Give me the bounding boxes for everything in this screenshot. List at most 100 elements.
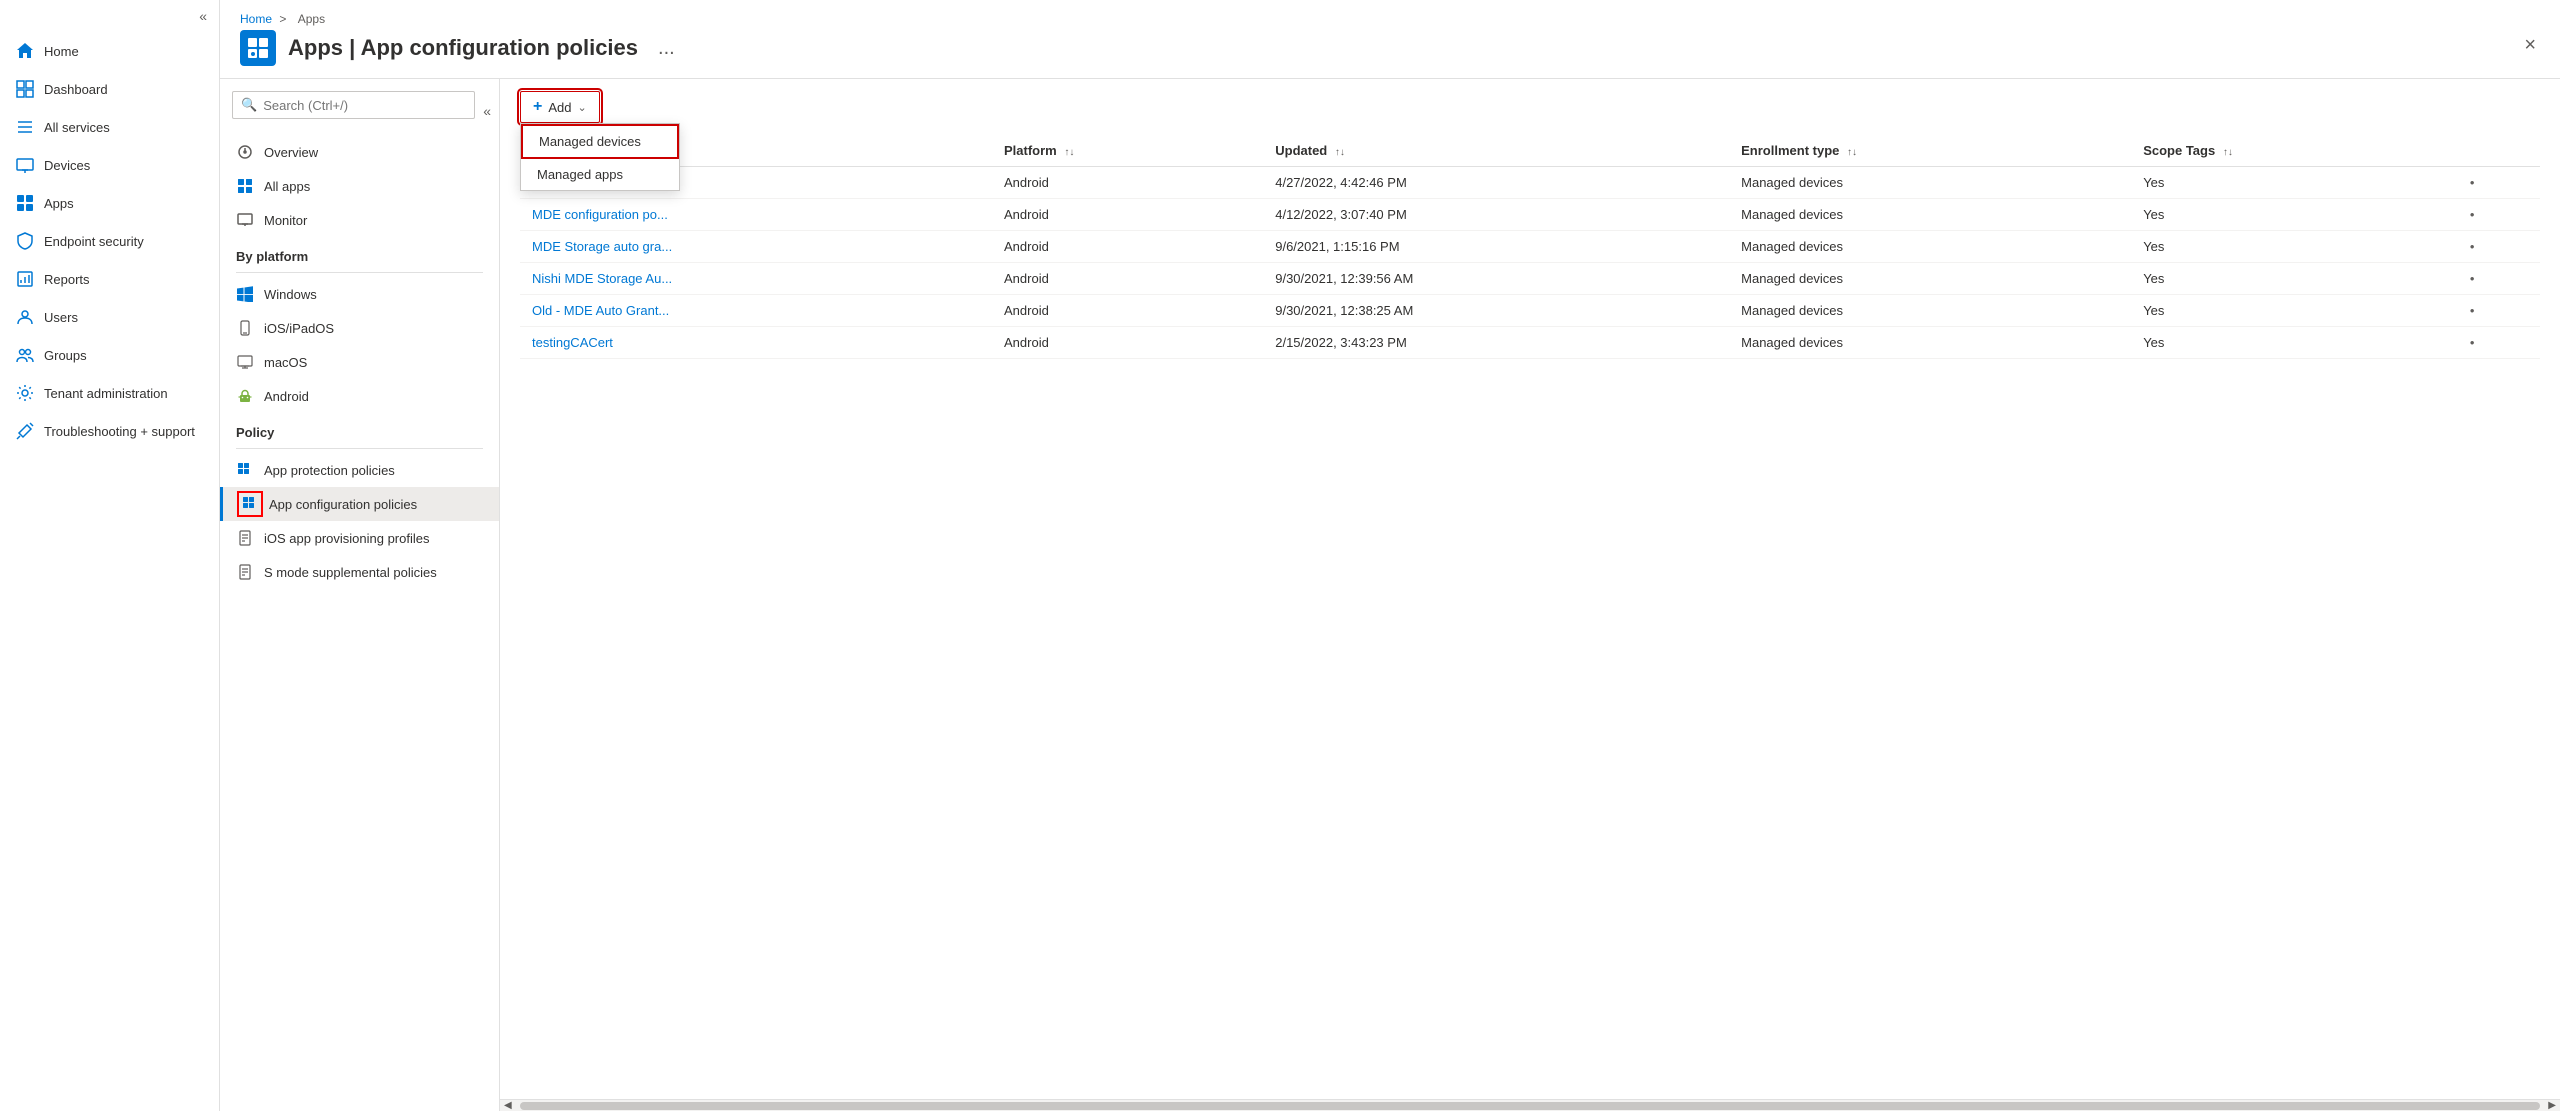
updated-sort-icon: ↑↓ <box>1335 147 1345 158</box>
search-input[interactable] <box>263 98 466 113</box>
add-caret-icon: ⌄ <box>577 101 586 114</box>
page-title-row: Apps | App configuration policies ... <box>240 30 675 78</box>
all-apps-label: All apps <box>264 179 310 194</box>
nav-item-groups[interactable]: Groups <box>0 336 219 374</box>
breadcrumb-current: Apps <box>298 12 325 26</box>
s-mode-label: S mode supplemental policies <box>264 565 437 580</box>
col-header-platform[interactable]: Platform ↑↓ <box>992 135 1263 167</box>
scroll-left-arrow[interactable]: ◀ <box>500 1100 516 1111</box>
cell-more[interactable]: • <box>2458 167 2540 199</box>
dropdown-managed-devices[interactable]: Managed devices <box>521 124 679 159</box>
breadcrumb-home[interactable]: Home <box>240 12 272 26</box>
overview-icon <box>236 143 254 161</box>
cell-name: MDE Storage auto gra... <box>520 231 992 263</box>
table-row: MDE configuration po... Android 4/12/202… <box>520 199 2540 231</box>
ios-provisioning-label: iOS app provisioning profiles <box>264 531 429 546</box>
side-nav-s-mode[interactable]: S mode supplemental policies <box>220 555 499 589</box>
apps-icon <box>16 194 34 212</box>
policy-link[interactable]: Nishi MDE Storage Au... <box>532 271 672 286</box>
add-button[interactable]: + Add ⌄ <box>520 91 600 123</box>
side-nav-android[interactable]: Android <box>220 379 499 413</box>
nav-endpoint-label: Endpoint security <box>44 234 144 249</box>
toolbar-wrapper: + Add ⌄ Managed devices Managed apps <box>520 91 600 123</box>
add-text: Add <box>548 100 571 115</box>
cell-more[interactable]: • <box>2458 263 2540 295</box>
policy-link[interactable]: MDE configuration po... <box>532 207 668 222</box>
android-icon <box>236 387 254 405</box>
nav-item-troubleshooting[interactable]: Troubleshooting + support <box>0 412 219 450</box>
side-search-container[interactable]: 🔍 <box>232 91 475 119</box>
nav-item-dashboard[interactable]: Dashboard <box>0 70 219 108</box>
platform-sort-icon: ↑↓ <box>1064 147 1074 158</box>
nav-item-devices[interactable]: Devices <box>0 146 219 184</box>
side-nav-ios-provisioning[interactable]: iOS app provisioning profiles <box>220 521 499 555</box>
nav-item-users[interactable]: Users <box>0 298 219 336</box>
ios-icon <box>236 319 254 337</box>
configurations-table: Name Platform ↑↓ Updated ↑↓ Enrollment t… <box>520 135 2540 359</box>
side-panel: 🔍 « Overview All apps <box>220 79 500 1111</box>
cell-updated: 4/27/2022, 4:42:46 PM <box>1263 167 1729 199</box>
cell-enrollment-type: Managed devices <box>1729 263 2131 295</box>
side-collapse-button[interactable]: « <box>483 103 499 119</box>
nav-tenant-label: Tenant administration <box>44 386 168 401</box>
nav-item-all-services[interactable]: All services <box>0 108 219 146</box>
scope-sort-icon: ↑↓ <box>2223 147 2233 158</box>
scroll-right-arrow[interactable]: ▶ <box>2544 1100 2560 1111</box>
cell-more[interactable]: • <box>2458 327 2540 359</box>
cell-more[interactable]: • <box>2458 199 2540 231</box>
nav-item-endpoint-security[interactable]: Endpoint security <box>0 222 219 260</box>
cell-enrollment-type: Managed devices <box>1729 295 2131 327</box>
windows-icon <box>236 285 254 303</box>
cell-name: Nishi MDE Storage Au... <box>520 263 992 295</box>
cell-platform: Android <box>992 199 1263 231</box>
more-options-button[interactable]: ... <box>658 37 675 60</box>
breadcrumb: Home > Apps <box>240 12 675 26</box>
cell-scope-tags: Yes <box>2131 295 2458 327</box>
dropdown-managed-apps[interactable]: Managed apps <box>521 159 679 190</box>
nav-item-apps[interactable]: Apps <box>0 184 219 222</box>
side-nav-ios[interactable]: iOS/iPadOS <box>220 311 499 345</box>
android-label: Android <box>264 389 309 404</box>
cell-name: testingCACert <box>520 327 992 359</box>
side-nav-all-apps[interactable]: All apps <box>220 169 499 203</box>
policy-link[interactable]: MDE Storage auto gra... <box>532 239 672 254</box>
cell-more[interactable]: • <box>2458 231 2540 263</box>
side-nav-overview[interactable]: Overview <box>220 135 499 169</box>
app-protection-icon <box>236 461 254 479</box>
policy-link[interactable]: Old - MDE Auto Grant... <box>532 303 669 318</box>
table-row: testingCACert Android 2/15/2022, 3:43:23… <box>520 327 2540 359</box>
side-nav-monitor[interactable]: Monitor <box>220 203 499 237</box>
app-protection-label: App protection policies <box>264 463 395 478</box>
cell-more[interactable]: • <box>2458 295 2540 327</box>
macos-label: macOS <box>264 355 307 370</box>
troubleshooting-icon <box>16 422 34 440</box>
nav-collapse-button[interactable]: « <box>0 0 219 32</box>
col-header-updated[interactable]: Updated ↑↓ <box>1263 135 1729 167</box>
col-header-scope-tags[interactable]: Scope Tags ↑↓ <box>2131 135 2458 167</box>
col-header-enrollment[interactable]: Enrollment type ↑↓ <box>1729 135 2131 167</box>
nav-item-home[interactable]: Home <box>0 32 219 70</box>
nav-item-tenant-admin[interactable]: Tenant administration <box>0 374 219 412</box>
s-mode-icon <box>236 563 254 581</box>
cell-name: Old - MDE Auto Grant... <box>520 295 992 327</box>
page-title: Apps | App configuration policies <box>288 35 638 61</box>
header-left: Home > Apps Apps | App configuration pol… <box>240 12 675 78</box>
policy-link[interactable]: testingCACert <box>532 335 613 350</box>
page-header: Home > Apps Apps | App configuration pol… <box>220 0 2560 79</box>
side-nav-windows[interactable]: Windows <box>220 277 499 311</box>
cell-updated: 2/15/2022, 3:43:23 PM <box>1263 327 1729 359</box>
ios-label: iOS/iPadOS <box>264 321 334 336</box>
cell-scope-tags: Yes <box>2131 327 2458 359</box>
close-button[interactable]: × <box>2520 30 2540 61</box>
side-nav-app-configuration[interactable]: App configuration policies <box>220 487 499 521</box>
cell-enrollment-type: Managed devices <box>1729 327 2131 359</box>
all-services-icon <box>16 118 34 136</box>
groups-icon <box>16 346 34 364</box>
table-row: Nishi MDE Storage Au... Android 9/30/202… <box>520 263 2540 295</box>
table-horizontal-scrollbar[interactable]: ◀ ▶ <box>500 1099 2560 1111</box>
side-nav-app-protection[interactable]: App protection policies <box>220 453 499 487</box>
nav-item-reports[interactable]: Reports <box>0 260 219 298</box>
side-nav-macos[interactable]: macOS <box>220 345 499 379</box>
cell-platform: Android <box>992 231 1263 263</box>
cell-enrollment-type: Managed devices <box>1729 199 2131 231</box>
